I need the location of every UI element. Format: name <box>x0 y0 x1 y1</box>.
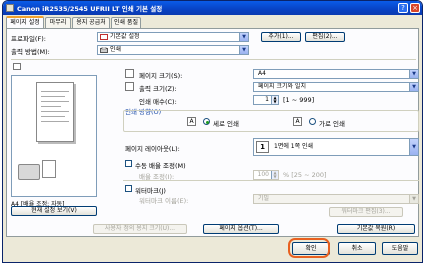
portrait-icon: A <box>187 117 196 126</box>
profile-value: 기본값 설정 <box>110 33 140 40</box>
watermark-checkbox[interactable] <box>125 185 132 192</box>
output-method-label: 출력 방법(M): <box>11 48 50 56</box>
output-method-select[interactable]: 인쇄 ▼ <box>97 45 249 55</box>
watermark-name-select[interactable]: 기밀 ▼ <box>253 194 419 204</box>
chevron-down-icon: ▼ <box>409 139 418 155</box>
profile-label: 프로파일(F): <box>11 35 46 43</box>
chevron-down-icon: ▼ <box>239 33 248 41</box>
chevron-down-icon: ▼ <box>409 83 418 91</box>
chevron-down-icon: ▼ <box>409 70 418 78</box>
print-preferences-window: Canon iR2535/2545 UFRII LT 인쇄 기본 설정 ? × … <box>2 0 423 263</box>
tab-page-setup[interactable]: 페이지 설정 <box>6 16 44 28</box>
copies-value: 1 <box>265 96 269 103</box>
print-icon <box>100 47 108 53</box>
copies-range: [1 ~ 999] <box>283 96 315 104</box>
printer-icon <box>6 4 14 12</box>
printer-icon <box>18 164 40 180</box>
edit-watermark-button[interactable]: 워터마크 편집(3)... <box>329 207 403 217</box>
chevron-down-icon: ▼ <box>409 195 418 203</box>
close-icon[interactable]: × <box>410 3 420 13</box>
output-size-label: 출력 크기(Z): <box>139 85 177 93</box>
page-size-select[interactable]: A4 ▼ <box>253 69 419 79</box>
landscape-icon: A <box>293 117 302 126</box>
ok-button-highlight <box>288 238 330 258</box>
edit-profile-button[interactable]: 편집(2)... <box>305 32 345 42</box>
watermark-name-label: 워터마크 이름(E): <box>139 197 189 205</box>
help-button[interactable]: 도움말 <box>382 242 418 255</box>
watermark-label: 워터마크(J) <box>135 187 166 195</box>
preview-toggle-icon[interactable] <box>13 63 21 70</box>
title-bar[interactable]: Canon iR2535/2545 UFRII LT 인쇄 기본 설정 ? × <box>3 1 422 15</box>
tab-print-quality[interactable]: 인쇄 품질 <box>111 17 141 28</box>
manual-scaling-label: 수동 배율 조정(M) <box>135 162 186 170</box>
view-settings-button[interactable]: 현재 설정 보기(V) <box>11 206 97 216</box>
divider <box>123 180 419 181</box>
profile-select[interactable]: 기본값 설정 ▼ <box>97 32 249 42</box>
tab-paper-source[interactable]: 용지 공급처 <box>72 17 110 28</box>
cancel-button[interactable]: 취소 <box>338 242 376 255</box>
spin-arrows-icon[interactable]: ▲ ▼ <box>271 171 278 179</box>
settings-panel: 프로파일(F): 기본값 설정 ▼ 추가(1)... 편집(2)... 출력 방… <box>6 28 419 237</box>
paper-preview <box>36 82 74 142</box>
scale-value: 100 <box>257 171 269 178</box>
page-size-value: A4 <box>258 70 266 77</box>
watermark-name-value: 기밀 <box>258 195 270 202</box>
window-title: Canon iR2535/2545 UFRII LT 인쇄 기본 설정 <box>17 5 163 13</box>
add-profile-button[interactable]: 추가(1)... <box>261 32 301 42</box>
help-icon[interactable]: ? <box>398 3 408 13</box>
portrait-radio[interactable] <box>203 118 210 125</box>
layout-icon: 1 <box>256 141 269 153</box>
page-layout-label: 페이지 레이아웃(L): <box>125 145 180 153</box>
portrait-label: 세로 인쇄 <box>213 120 239 128</box>
page-size-label: 페이지 크기(S): <box>139 72 183 80</box>
page-size-icon <box>125 69 134 78</box>
divider <box>11 59 416 60</box>
page-layout-select[interactable]: 1 1면에 1쪽 인쇄 ▼ <box>253 138 419 156</box>
output-method-value: 인쇄 <box>110 46 122 53</box>
manual-scaling-checkbox[interactable] <box>125 160 132 167</box>
landscape-label: 가로 인쇄 <box>319 120 345 128</box>
copies-label: 인쇄 매수(C): <box>139 98 177 106</box>
landscape-radio[interactable] <box>309 118 316 125</box>
restore-defaults-button[interactable]: 기본값 복원(R) <box>337 224 415 234</box>
profile-icon <box>100 34 108 40</box>
page-options-button[interactable]: 페이지 옵션(T)... <box>203 224 279 234</box>
output-size-select[interactable]: 페이지 크기와 일치 ▼ <box>253 82 419 92</box>
custom-paper-size-button[interactable]: 사용자 정의 용지 크기(U)... <box>93 224 187 234</box>
spin-arrows-icon[interactable]: ▲ ▼ <box>271 96 278 104</box>
tab-finishing[interactable]: 마무리 <box>45 17 71 28</box>
copies-stepper[interactable]: 1 ▲ ▼ <box>253 95 279 105</box>
output-size-value: 페이지 크기와 일치 <box>258 83 306 90</box>
document-icon <box>42 160 56 178</box>
scale-range: % [25 ~ 200] <box>283 171 327 179</box>
page-preview <box>11 75 97 197</box>
output-size-icon <box>125 82 134 91</box>
page-layout-value: 1면에 1쪽 인쇄 <box>274 143 314 150</box>
orientation-group <box>123 110 419 132</box>
scale-stepper[interactable]: 100 ▲ ▼ <box>253 170 279 180</box>
chevron-down-icon: ▼ <box>239 46 248 54</box>
